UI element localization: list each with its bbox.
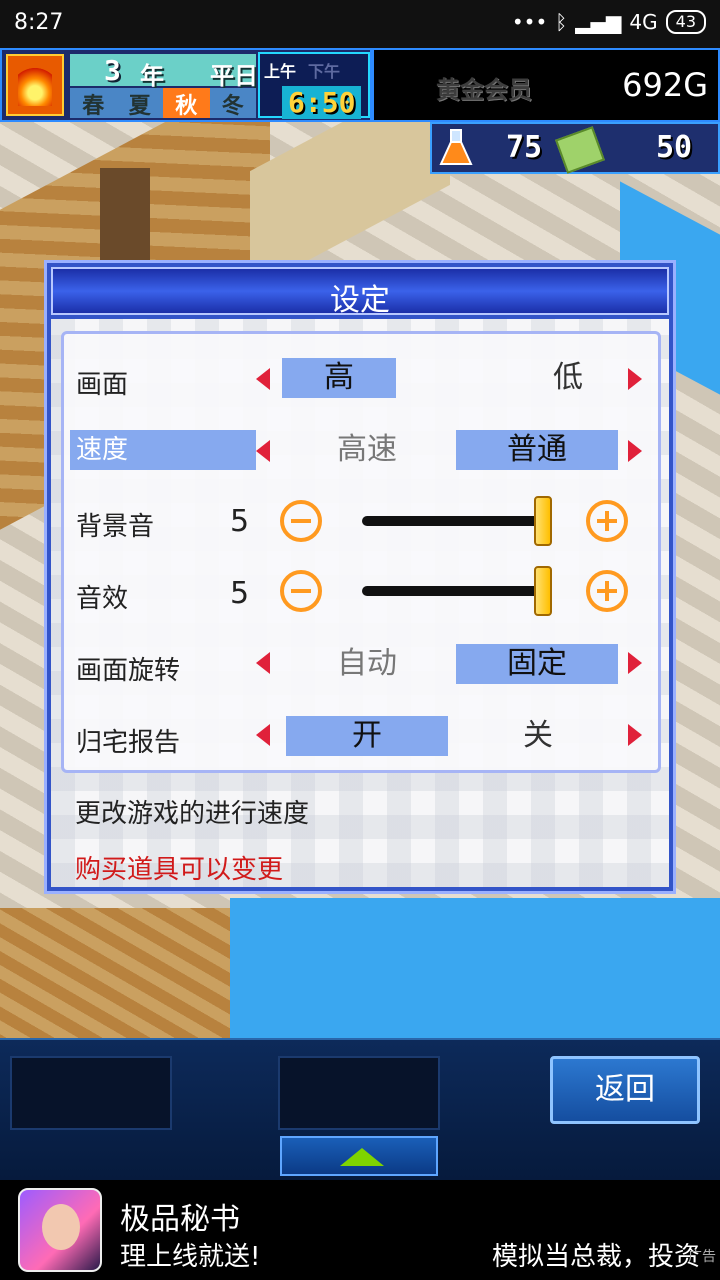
am-label: 上午 [264,62,297,81]
year-number: 3 [104,54,121,87]
sfx-label: 音效 [76,584,129,614]
sfx-plus-icon[interactable] [586,570,628,612]
pool-floor [230,898,720,1038]
speed-left-arrow-icon[interactable] [256,440,270,462]
money-amount: 692G [622,66,708,104]
back-button[interactable]: 返回 [550,1056,700,1124]
bgm-minus-icon[interactable] [280,500,322,542]
season-winter: 冬 [209,88,256,119]
ad-banner[interactable]: 极品秘书 理上线就送! 模拟当总裁，投资 广告 [0,1180,720,1280]
sfx-slider-knob[interactable] [534,566,552,616]
signal-icon: ▂▄▆ [575,10,622,34]
speed-label: 速度 [70,430,256,470]
setting-note: 购买道具可以变更 [75,855,284,885]
speed-right-arrow-icon[interactable] [628,440,642,462]
bgm-value: 5 [230,504,250,539]
sfx-value: 5 [230,576,250,611]
ad-tag: 广告 [688,1249,716,1265]
settings-panel: 画面 高 低 速度 高速 普通 背景音 5 音效 5 画面旋转 自动 固定 归宅… [61,331,661,773]
room-floor-bottom [0,908,230,1038]
settings-dialog: 设定 画面 高 低 速度 高速 普通 背景音 5 音效 5 画面旋转 自动 固定… [44,260,676,894]
ad-subtitle[interactable]: 理上线就送! [120,1236,260,1273]
ad-right-text[interactable]: 模拟当总裁，投资 [492,1236,700,1273]
status-icons: ••• ᛒ ▂▄▆ 4G 43 [512,10,706,34]
home-report-label: 归宅报告 [76,728,181,758]
graphics-right-arrow-icon[interactable] [628,368,642,390]
dialog-title: 设定 [330,283,390,318]
rotation-left-arrow-icon[interactable] [256,652,270,674]
sfx-slider-track[interactable] [362,586,544,596]
member-label: 黄金会员 [436,76,532,104]
bgm-slider-knob[interactable] [534,496,552,546]
up-arrow-icon [340,1148,384,1166]
graphics-option-high[interactable]: 高 [282,358,396,398]
bgm-label: 背景音 [76,512,155,542]
flame-icon [6,54,64,116]
more-icon: ••• [511,10,548,34]
rotation-right-arrow-icon[interactable] [628,652,642,674]
rotation-label: 画面旋转 [76,656,181,686]
bgm-plus-icon[interactable] [586,500,628,542]
pm-label: 下午 [308,62,341,81]
home-report-option-on[interactable]: 开 [286,716,448,756]
home-report-option-off[interactable]: 关 [484,716,592,756]
status-time: 8:27 [14,10,64,35]
bottom-bar: 返回 [0,1038,720,1182]
flask-icon [439,129,473,165]
research-points: 75 [506,130,543,165]
dialog-body: 画面 高 低 速度 高速 普通 背景音 5 音效 5 画面旋转 自动 固定 归宅… [51,319,669,887]
speed-option-fast[interactable]: 高速 [310,430,424,470]
ad-avatar[interactable] [18,1188,102,1272]
status-bar: 8:27 ••• ᛒ ▂▄▆ 4G 43 [0,0,720,48]
ticket-count: 50 [656,130,693,165]
money-panel: 黄金会员 692G [372,48,720,122]
calendar-panel: 3 年 平日 春 夏 秋 冬 上午 下午 6:50 [0,48,372,122]
clock-time: 6:50 [282,86,362,119]
empty-slot-center[interactable] [278,1056,440,1130]
home-report-left-arrow-icon[interactable] [256,724,270,746]
setting-description: 更改游戏的进行速度 [75,799,310,829]
expand-up-button[interactable] [280,1136,438,1176]
season-autumn: 秋 [163,88,210,119]
bluetooth-icon: ᛒ [555,10,568,34]
graphics-left-arrow-icon[interactable] [256,368,270,390]
bgm-slider-track[interactable] [362,516,544,526]
graphics-option-low[interactable]: 低 [514,358,622,398]
battery-icon: 43 [665,10,706,34]
rotation-option-auto[interactable]: 自动 [310,644,424,684]
empty-slot-left[interactable] [10,1056,172,1130]
speed-option-normal[interactable]: 普通 [456,430,618,470]
year-suffix: 年 [140,62,164,90]
network-label: 4G [629,10,658,34]
weekday-label: 平日 [210,62,258,90]
season-spring: 春 [70,88,117,119]
clock-panel: 上午 下午 6:50 [258,52,370,119]
ad-title[interactable]: 极品秘书 [120,1194,240,1238]
dialog-title-bar: 设定 [51,267,669,318]
graphics-label: 画面 [76,370,129,400]
home-report-right-arrow-icon[interactable] [628,724,642,746]
rotation-option-fixed[interactable]: 固定 [456,644,618,684]
sfx-minus-icon[interactable] [280,570,322,612]
resource-bar: 75 50 [430,122,720,174]
season-summer: 夏 [116,88,163,119]
ticket-icon [555,126,605,174]
season-strip: 春 夏 秋 冬 [70,88,256,119]
